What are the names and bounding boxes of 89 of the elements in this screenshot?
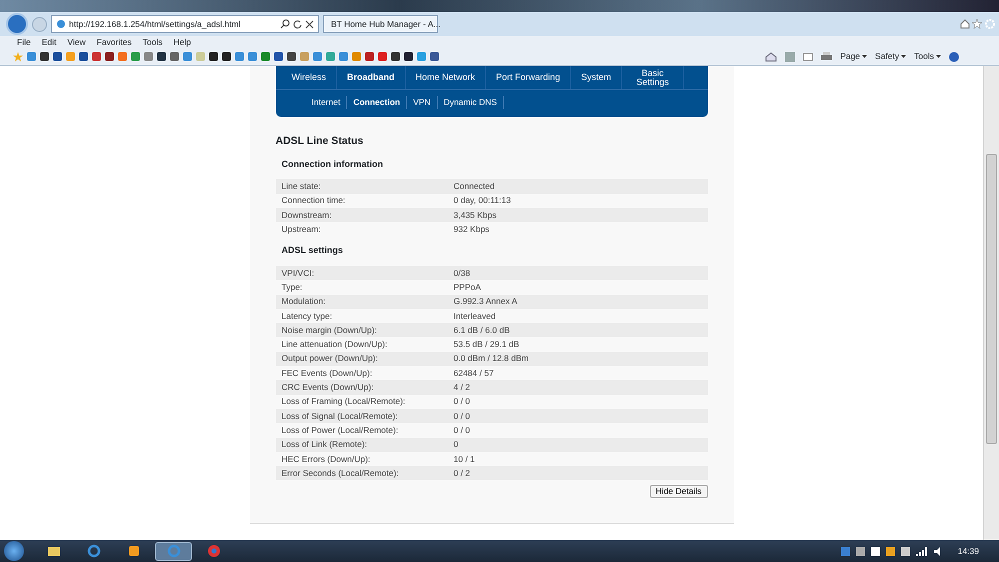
nav-tab[interactable]: Port Forwarding [486, 66, 572, 89]
field-label: CRC Events (Down/Up): [282, 381, 375, 394]
home-icon[interactable] [765, 52, 778, 62]
taskbar-button[interactable] [155, 542, 192, 560]
field-label: Modulation: [282, 295, 326, 308]
field-label: Connection time: [282, 194, 346, 208]
sub-tab[interactable]: VPN [407, 96, 438, 109]
page-icon [56, 19, 66, 29]
field-value: 0.0 dBm / 12.8 dBm [454, 352, 529, 366]
field-label: Line attenuation (Down/Up): [282, 338, 388, 351]
field-value: 62484 / 57 [454, 366, 494, 380]
print-icon[interactable] [821, 52, 832, 62]
field-label: FEC Events (Down/Up): [282, 366, 374, 380]
field-value: 0 [454, 438, 458, 452]
field-value: 0/38 [454, 266, 470, 280]
field-label: Latency type: [282, 310, 334, 322]
nav-tab[interactable]: Wireless [282, 66, 338, 89]
speaker-icon[interactable] [934, 546, 943, 556]
field-label: Line state: [282, 180, 322, 193]
menu-item[interactable]: Help [173, 36, 191, 48]
field-label: Type: [282, 281, 304, 294]
refresh-icon[interactable] [293, 20, 302, 28]
nav-tab[interactable]: System [571, 66, 622, 89]
nav-tab[interactable]: Home Network [406, 66, 486, 89]
close-icon[interactable] [305, 20, 314, 28]
field-value: 0 / 0 [454, 395, 470, 408]
field-value: G.992.3 Annex A [454, 295, 518, 308]
field-value: Interleaved [454, 310, 496, 322]
section-heading: ADSL settings [282, 244, 344, 258]
sub-tab[interactable]: Connection [347, 96, 408, 109]
field-label: Loss of Framing (Local/Remote): [282, 395, 406, 408]
field-label: Loss of Link (Remote): [282, 438, 368, 452]
field-value: Connected [454, 180, 495, 193]
field-value: 932 Kbps [454, 222, 490, 236]
field-label: Output power (Down/Up): [282, 352, 379, 366]
hide-details-button[interactable]: Hide Details [650, 484, 708, 498]
help-icon[interactable] [949, 52, 959, 62]
media-player-icon [126, 544, 140, 558]
sub-tab[interactable]: Internet [306, 96, 348, 109]
field-label: Loss of Power (Local/Remote): [282, 424, 400, 437]
field-label: Error Seconds (Local/Remote): [282, 466, 400, 480]
clock[interactable]: 14:39 [958, 544, 979, 558]
field-label: HEC Errors (Down/Up): [282, 452, 372, 466]
browser-icon [166, 544, 180, 558]
command-menu[interactable]: Safety [875, 50, 900, 63]
scrollbar[interactable] [983, 66, 999, 540]
nav-tab[interactable]: Basic Settings [622, 66, 684, 89]
feed-icon[interactable] [785, 52, 796, 62]
caret-icon[interactable] [936, 55, 941, 58]
menu-item[interactable]: Edit [42, 36, 56, 48]
favorites-star-icon[interactable] [13, 52, 23, 62]
search-icon[interactable] [280, 19, 290, 29]
section-heading: Connection information [282, 158, 384, 171]
field-value: 0 / 0 [454, 410, 470, 422]
nav-tab[interactable]: Broadband [337, 66, 406, 89]
home-icon[interactable] [960, 19, 970, 29]
caret-icon[interactable] [901, 55, 906, 58]
caret-icon[interactable] [862, 55, 868, 58]
field-label: Upstream: [282, 222, 322, 236]
address-field[interactable]: http://192.168.1.254/html/settings/a_adsl.html [51, 15, 319, 33]
mail-icon[interactable] [803, 52, 814, 60]
signal-icon[interactable] [916, 546, 928, 556]
field-value: 6.1 dB / 6.0 dB [454, 324, 510, 337]
field-value: 4 / 2 [454, 381, 470, 394]
star-icon[interactable] [972, 19, 982, 29]
field-label: VPI/VCI: [282, 266, 316, 280]
start-button[interactable] [4, 541, 24, 561]
field-label: Downstream: [282, 208, 333, 222]
menu-item[interactable]: View [67, 36, 86, 48]
field-label: Noise margin (Down/Up): [282, 324, 378, 337]
field-value: 0 / 0 [454, 424, 470, 437]
folder-icon [46, 544, 60, 558]
menu-item[interactable]: Tools [142, 36, 162, 48]
field-value: 0 day, 00:11:13 [454, 194, 511, 208]
browser-icon [86, 544, 100, 558]
page-title: ADSL Line Status [276, 134, 364, 149]
field-value: 3,435 Kbps [454, 208, 497, 222]
sub-tab[interactable]: Dynamic DNS [438, 96, 504, 109]
back-button[interactable] [6, 13, 28, 35]
field-value: 0 / 2 [454, 466, 470, 480]
command-menu[interactable]: Tools [914, 50, 934, 63]
field-value: 10 / 1 [454, 452, 475, 466]
menu-item[interactable]: File [17, 36, 31, 48]
browser-tab[interactable]: BT Home Hub Manager - A... [323, 15, 438, 33]
command-menu[interactable]: Page [840, 50, 860, 63]
menu-item[interactable]: Favorites [96, 36, 132, 48]
field-value: 53.5 dB / 29.1 dB [454, 338, 520, 351]
field-value: PPPoA [454, 281, 481, 294]
field-label: Loss of Signal (Local/Remote): [282, 410, 399, 422]
